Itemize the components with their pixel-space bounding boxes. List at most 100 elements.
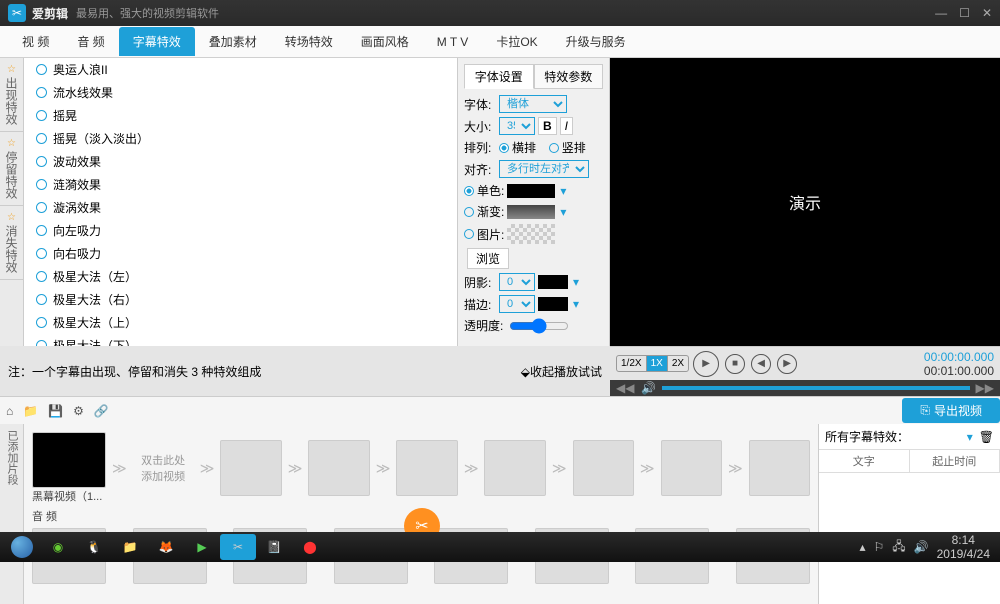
bold-button[interactable]: B [538, 117, 557, 135]
font-select[interactable]: 楷体 [499, 95, 567, 113]
main-tabs: 视 频 音 频 字幕特效 叠加素材 转场特效 画面风格 M T V 卡拉OK 升… [0, 26, 1000, 58]
taskbar-app[interactable]: ⬤ [292, 534, 328, 560]
timecode-current: 00:00:00.000 [924, 350, 994, 364]
taskbar-app[interactable]: ✂ [220, 534, 256, 560]
color-swatch[interactable] [507, 184, 555, 198]
taskbar-app[interactable]: 🦊 [148, 534, 184, 560]
align-select[interactable]: 多行时左对齐 [499, 160, 589, 178]
effect-item[interactable]: 摇晃（淡入淡出） [24, 127, 457, 150]
tray-volume-icon[interactable]: 🔊 [914, 540, 929, 554]
minimize-icon[interactable]: — [935, 6, 947, 20]
home-icon[interactable]: ⌂ [6, 404, 13, 418]
shadow-select[interactable]: 0 [499, 273, 535, 291]
size-select[interactable]: 35 [499, 117, 535, 135]
tab-fx-params[interactable]: 特效参数 [534, 64, 604, 89]
play-button[interactable]: ▶ [693, 351, 719, 377]
tray-flag-icon[interactable]: ⚐ [874, 540, 885, 554]
clip-slot[interactable] [749, 440, 810, 496]
radio-mono[interactable] [464, 186, 474, 196]
open-icon[interactable]: 📁 [23, 404, 38, 418]
tab-overlay[interactable]: 叠加素材 [195, 27, 271, 56]
start-button[interactable] [4, 534, 40, 560]
clip-slot[interactable] [308, 440, 369, 496]
sidetab-appear[interactable]: ☆出现特效 [0, 58, 23, 132]
effect-category-tabs: ☆出现特效 ☆停留特效 ☆消失特效 [0, 58, 24, 346]
settings-icon[interactable]: ⚙ [73, 404, 84, 418]
tab-karaoke[interactable]: 卡拉OK [482, 27, 551, 56]
font-settings-panel: 字体设置 特效参数 字体:楷体 大小:35BI 排列:横排 竖排 对齐:多行时左… [458, 58, 610, 346]
subtitle-fx-panel: 所有字幕特效：▾🗑 文字起止时间 [818, 424, 1000, 604]
gradient-swatch[interactable] [507, 205, 555, 219]
app-subtitle: 最易用、强大的视频剪辑软件 [76, 5, 219, 21]
clip-slot[interactable] [573, 440, 634, 496]
effect-item[interactable]: 极星大法（下） [24, 334, 457, 346]
toolbar-icons: ⌂ 📁 💾 ⚙ 🔗 [0, 404, 115, 418]
taskbar-app[interactable]: 🐧 [76, 534, 112, 560]
image-preview [507, 224, 555, 244]
taskbar-app[interactable]: 📁 [112, 534, 148, 560]
save-icon[interactable]: 💾 [48, 404, 63, 418]
shadow-color[interactable] [538, 275, 568, 289]
effect-list[interactable]: 奥运人浪II流水线效果摇晃摇晃（淡入淡出）波动效果涟漪效果漩涡效果向左吸力向右吸… [24, 58, 458, 346]
prev-frame-button[interactable]: ◀ [751, 354, 771, 374]
effect-item[interactable]: 极星大法（上） [24, 311, 457, 334]
effect-item[interactable]: 向左吸力 [24, 219, 457, 242]
effect-item[interactable]: 涟漪效果 [24, 173, 457, 196]
stroke-color[interactable] [538, 297, 568, 311]
tab-upgrade[interactable]: 升级与服务 [552, 27, 640, 56]
sidetab-disappear[interactable]: ☆消失特效 [0, 206, 23, 280]
effect-item[interactable]: 波动效果 [24, 150, 457, 173]
playback-controls: 1/2X1X2X ▶ ■ ◀ ▶ 00:00:00.000 00:01:00.0… [610, 346, 1000, 380]
opacity-slider[interactable] [509, 318, 569, 334]
radio-gradient[interactable] [464, 207, 474, 217]
close-icon[interactable]: ✕ [982, 6, 992, 20]
clip-slot[interactable] [484, 440, 545, 496]
effect-item[interactable]: 极星大法（左） [24, 265, 457, 288]
effect-item[interactable]: 漩涡效果 [24, 196, 457, 219]
clip-slot[interactable] [220, 440, 281, 496]
effect-item[interactable]: 奥运人浪II [24, 58, 457, 81]
tab-subtitle-fx[interactable]: 字幕特效 [119, 27, 195, 56]
clip-slot[interactable] [661, 440, 722, 496]
titlebar: ✂ 爱剪辑 最易用、强大的视频剪辑软件 — ☐ ✕ [0, 0, 1000, 26]
preview-text: 演示 [789, 190, 821, 214]
dropdown-icon[interactable]: ▾ [967, 430, 973, 444]
tray-network-icon[interactable]: 🖧 [892, 537, 905, 558]
effect-item[interactable]: 极星大法（右） [24, 288, 457, 311]
tray-up-icon[interactable]: ▴ [859, 540, 865, 554]
tab-mtv[interactable]: M T V [423, 29, 483, 55]
share-icon[interactable]: 🔗 [94, 404, 109, 418]
stop-button[interactable]: ■ [725, 354, 745, 374]
maximize-icon[interactable]: ☐ [959, 6, 970, 20]
effect-item[interactable]: 向右吸力 [24, 242, 457, 265]
effect-item[interactable]: 流水线效果 [24, 81, 457, 104]
speed-toggle[interactable]: 1/2X1X2X [616, 355, 689, 372]
tab-video[interactable]: 视 频 [8, 27, 63, 56]
radio-image[interactable] [464, 229, 474, 239]
tab-style[interactable]: 画面风格 [347, 27, 423, 56]
seek-bar[interactable]: ◀◀ 🔊 ▶▶ [610, 380, 1000, 396]
radio-horizontal[interactable] [499, 143, 509, 153]
clip-slot[interactable] [396, 440, 457, 496]
browse-button[interactable]: 浏览 [467, 248, 509, 269]
tab-audio[interactable]: 音 频 [63, 27, 118, 56]
taskbar-app[interactable]: 📓 [256, 534, 292, 560]
italic-button[interactable]: I [560, 117, 573, 135]
sidetab-stay[interactable]: ☆停留特效 [0, 132, 23, 206]
taskbar-app[interactable]: ◉ [40, 534, 76, 560]
taskbar-app[interactable]: ▶ [184, 534, 220, 560]
export-video-button[interactable]: ⎘导出视频 [902, 398, 1000, 423]
collapse-button[interactable]: ⬙收起 [521, 363, 554, 380]
next-frame-button[interactable]: ▶ [777, 354, 797, 374]
tab-transition[interactable]: 转场特效 [271, 27, 347, 56]
chevron-right-icon: ≫ [112, 460, 127, 477]
play-try-button[interactable]: 播放试试 [554, 363, 602, 380]
clip-thumbnail[interactable] [32, 432, 106, 488]
stroke-select[interactable]: 0 [499, 295, 535, 313]
effect-item[interactable]: 摇晃 [24, 104, 457, 127]
tab-font-settings[interactable]: 字体设置 [464, 64, 534, 89]
video-preview[interactable]: 演示 [610, 58, 1000, 346]
delete-icon[interactable]: 🗑 [979, 430, 994, 444]
radio-vertical[interactable] [549, 143, 559, 153]
add-video-hint[interactable]: 双击此处 添加视频 [133, 440, 194, 496]
